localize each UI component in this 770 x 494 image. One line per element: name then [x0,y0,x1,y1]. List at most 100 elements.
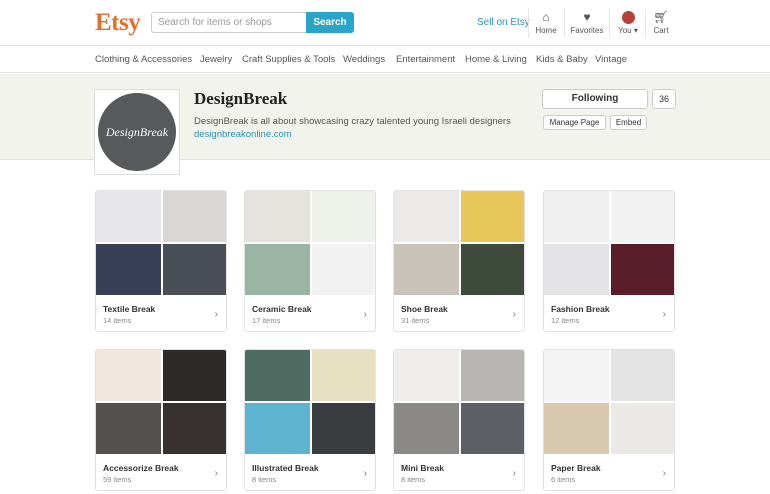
collection-thumbnail [245,403,310,454]
collection-item-count: 8 items [401,475,426,484]
cart-nav-button[interactable]: 🛒︎ Cart [643,10,679,35]
chevron-right-icon[interactable]: › [364,468,367,479]
cart-label: Cart [653,26,669,35]
collection-thumbnails [544,191,674,295]
collection-thumbnail [163,191,226,242]
nav-item-entertainment[interactable]: Entertainment [396,54,455,65]
nav-item-jewelry[interactable]: Jewelry [200,54,232,65]
search-input[interactable]: Search for items or shops [151,12,306,33]
collection-thumbnail [245,350,310,401]
collection-item-count: 12 items [551,316,580,325]
collection-card[interactable]: Textile Break 14 items › [95,190,227,332]
collection-card[interactable]: Illustrated Break 8 items › [244,349,376,491]
collection-card[interactable]: Shoe Break 31 items › [393,190,525,332]
sell-on-etsy-link[interactable]: Sell on Etsy [477,17,530,28]
favorites-nav-button[interactable]: ♥ Favorites [569,10,605,35]
follower-count: 36 [652,89,676,109]
collection-title: Textile Break [103,304,156,314]
collection-thumbnail [394,244,459,295]
chevron-right-icon[interactable]: › [513,468,516,479]
following-button[interactable]: Following [542,89,648,109]
chevron-right-icon[interactable]: › [663,468,666,479]
shop-website-link[interactable]: designbreakonline.com [194,129,292,140]
collection-title: Illustrated Break [252,463,319,473]
collection-title: Ceramic Break [252,304,312,314]
search-button[interactable]: Search [306,12,354,33]
collection-thumbnail [96,350,161,401]
collection-item-count: 31 items [401,316,430,325]
collection-card[interactable]: Paper Break 6 items › [543,349,675,491]
collection-card[interactable]: Mini Break 8 items › [393,349,525,491]
nav-item-home-living[interactable]: Home & Living [465,54,527,65]
home-label: Home [535,26,557,35]
collection-thumbnail [394,191,459,242]
collection-thumbnail [163,350,226,401]
header-divider [564,8,565,38]
collection-thumbnail [544,244,609,295]
collection-thumbnail [611,350,674,401]
avatar-icon [610,10,646,25]
nav-item-craft-supplies[interactable]: Craft Supplies & Tools [242,54,335,65]
collection-thumbnail [163,403,226,454]
collection-thumbnail [163,244,226,295]
collection-thumbnail [394,403,459,454]
nav-item-weddings[interactable]: Weddings [343,54,385,65]
nav-item-vintage[interactable]: Vintage [595,54,627,65]
collection-thumbnail [245,244,310,295]
shop-avatar-logo: DesignBreak [98,93,176,171]
collection-thumbnail [312,403,375,454]
collection-thumbnail [461,350,524,401]
collection-thumbnail [544,191,609,242]
chevron-right-icon[interactable]: › [513,309,516,320]
collection-title: Shoe Break [401,304,448,314]
site-header: Etsy Search for items or shops Search Se… [0,0,770,46]
collection-item-count: 17 items [252,316,281,325]
collection-thumbnail [461,244,524,295]
collection-item-count: 8 items [252,475,277,484]
collection-item-count: 6 items [551,475,576,484]
chevron-right-icon[interactable]: › [364,309,367,320]
collection-thumbnail [461,191,524,242]
chevron-right-icon[interactable]: › [663,309,666,320]
shop-name[interactable]: DesignBreak [194,89,287,109]
nav-item-clothing[interactable]: Clothing & Accessories [95,54,192,65]
home-icon: ⌂ [542,10,550,24]
collection-item-count: 14 items [103,316,132,325]
heart-icon: ♥ [583,10,591,24]
embed-button[interactable]: Embed [610,115,647,130]
collection-card[interactable]: Ceramic Break 17 items › [244,190,376,332]
category-nav: Clothing & Accessories Jewelry Craft Sup… [0,46,770,73]
collection-thumbnail [544,403,609,454]
collection-thumbnails [544,350,674,454]
collection-thumbnail [544,350,609,401]
home-nav-button[interactable]: ⌂ Home [528,10,564,35]
collection-thumbnails [245,350,375,454]
nav-item-kids-baby[interactable]: Kids & Baby [536,54,588,65]
collection-title: Fashion Break [551,304,610,314]
chevron-right-icon[interactable]: › [215,468,218,479]
collection-item-count: 59 items [103,475,132,484]
collection-thumbnail [461,403,524,454]
collection-title: Paper Break [551,463,601,473]
collection-thumbnail [245,191,310,242]
you-label: You ▾ [618,26,638,35]
collection-thumbnail [611,403,674,454]
collection-card[interactable]: Accessorize Break 59 items › [95,349,227,491]
collection-card[interactable]: Fashion Break 12 items › [543,190,675,332]
collection-thumbnail [312,244,375,295]
collection-thumbnails [394,350,524,454]
shop-avatar[interactable]: DesignBreak [94,89,180,175]
shop-tagline: DesignBreak is all about showcasing craz… [194,116,511,127]
collection-thumbnails [245,191,375,295]
collection-thumbnails [394,191,524,295]
collection-thumbnail [394,350,459,401]
etsy-logo[interactable]: Etsy [95,9,141,37]
collection-thumbnails [96,191,226,295]
collection-thumbnail [96,191,161,242]
you-nav-button[interactable]: You ▾ [610,10,646,35]
collection-thumbnail [96,403,161,454]
manage-page-button[interactable]: Manage Page [543,115,606,130]
collection-thumbnail [96,244,161,295]
collection-thumbnail [312,191,375,242]
chevron-right-icon[interactable]: › [215,309,218,320]
